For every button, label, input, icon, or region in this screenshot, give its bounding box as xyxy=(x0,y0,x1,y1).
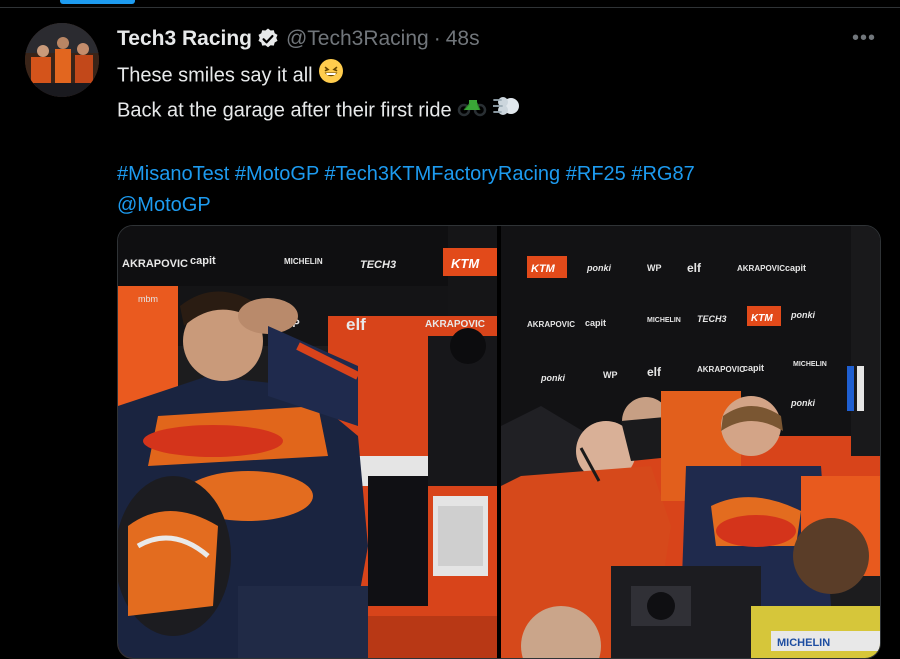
sponsor-logo: mbm xyxy=(138,294,158,304)
tweet-line-2-text: Back at the garage after their first rid… xyxy=(117,99,452,122)
grinning-face-emoji-icon xyxy=(318,58,344,94)
verified-badge-icon xyxy=(256,27,280,51)
photo-left[interactable]: AKRAPOVIC capit MICHELIN TECH3 KTM mbm W… xyxy=(118,226,497,658)
media-grid: AKRAPOVIC capit MICHELIN TECH3 KTM mbm W… xyxy=(117,225,881,659)
author-name[interactable]: Tech3 Racing xyxy=(117,27,252,51)
sponsor-logo: KTM xyxy=(531,263,556,275)
avatar[interactable] xyxy=(25,23,99,97)
photo-right-image: KTM ponki WP elf AKRAPOVIC capit AKRAPOV… xyxy=(501,226,880,658)
hashtag-line: #MisanoTest #MotoGP #Tech3KTMFactoryRaci… xyxy=(117,159,877,190)
top-border xyxy=(0,0,900,8)
tweet-line-1-text: These smiles say it all xyxy=(117,64,313,87)
tweet-line-1: These smiles say it all xyxy=(117,58,877,94)
sponsor-logo: WP xyxy=(603,370,618,380)
sponsor-logo: ponki xyxy=(790,310,815,320)
timestamp[interactable]: 48s xyxy=(446,27,480,51)
mention-link[interactable]: @MotoGP xyxy=(117,194,211,216)
sponsor-logo: ponki xyxy=(540,373,565,383)
sponsor-logo: AKRAPOVIC xyxy=(122,258,188,270)
sponsor-logo: MICHELIN xyxy=(284,257,323,266)
sponsor-logo: elf xyxy=(647,365,662,379)
sponsor-logo: AKRAPOVIC xyxy=(425,319,485,330)
separator-dot: · xyxy=(433,27,441,50)
tweet-line-2: Back at the garage after their first rid… xyxy=(117,94,877,128)
sponsor-logo: ponki xyxy=(790,398,815,408)
motorcycle-emoji-icon xyxy=(457,95,487,127)
tweet-header: Tech3 Racing @Tech3Racing · 48s xyxy=(117,24,480,54)
hashtag-link[interactable]: #MotoGP xyxy=(235,163,319,185)
sponsor-logo: TECH3 xyxy=(697,314,727,324)
mention-line: @MotoGP xyxy=(117,190,877,221)
sponsor-logo: AKRAPOVIC xyxy=(527,320,575,329)
sponsor-logo: capit xyxy=(743,363,764,373)
tweet-text: These smiles say it all Back at the gara… xyxy=(117,58,877,221)
sponsor-logo: KTM xyxy=(451,256,480,271)
photo-left-image: AKRAPOVIC capit MICHELIN TECH3 KTM mbm W… xyxy=(118,226,497,658)
sponsor-logo: WP xyxy=(647,263,662,273)
sponsor-logo: AKRAPOVIC xyxy=(697,365,745,374)
sponsor-logo: elf xyxy=(687,261,702,275)
more-options-icon[interactable]: ••• xyxy=(850,26,878,50)
sponsor-logo: capit xyxy=(785,263,806,273)
hashtag-link[interactable]: #MisanoTest xyxy=(117,163,229,185)
sponsor-logo: MICHELIN xyxy=(793,361,827,368)
author-handle[interactable]: @Tech3Racing xyxy=(286,27,429,51)
avatar-image xyxy=(25,23,99,97)
hashtag-link[interactable]: #RF25 xyxy=(566,163,626,185)
photo-right[interactable]: KTM ponki WP elf AKRAPOVIC capit AKRAPOV… xyxy=(501,226,880,658)
sponsor-logo: KTM xyxy=(751,313,773,324)
hashtag-link[interactable]: #RG87 xyxy=(631,163,694,185)
sponsor-logo: AKRAPOVIC xyxy=(737,264,785,273)
sponsor-logo: MICHELIN xyxy=(777,637,830,649)
sponsor-logo: capit xyxy=(190,255,216,267)
sponsor-logo: MICHELIN xyxy=(647,317,681,324)
sponsor-logo: elf xyxy=(346,315,366,334)
hashtag-link[interactable]: #Tech3KTMFactoryRacing xyxy=(325,163,561,185)
sponsor-logo: capit xyxy=(585,318,606,328)
sponsor-logo: ponki xyxy=(586,263,611,273)
sponsor-logo: TECH3 xyxy=(360,259,396,271)
dash-emoji-icon xyxy=(491,94,521,128)
active-tab-indicator xyxy=(60,0,135,4)
